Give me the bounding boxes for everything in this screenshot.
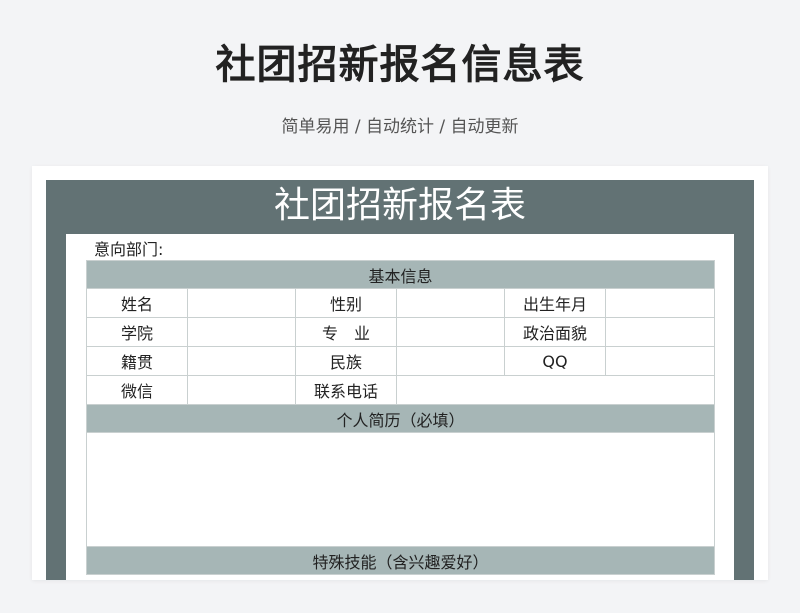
name-field[interactable] bbox=[187, 288, 296, 318]
major-field[interactable] bbox=[396, 317, 505, 347]
table-row: 微信 联系电话 bbox=[86, 375, 716, 405]
major-label: 专 业 bbox=[295, 317, 397, 347]
qq-label: QQ bbox=[504, 346, 606, 376]
registration-table: 基本信息 姓名 性别 出生年月 学院 专 业 政治面貌 籍贯 民族 QQ 微信 … bbox=[85, 260, 716, 575]
phone-field[interactable] bbox=[395, 375, 716, 405]
resume-field[interactable] bbox=[85, 432, 716, 547]
department-label: 意向部门: bbox=[94, 240, 164, 259]
preview-card: 社团招新报名表 意向部门: 基本信息 姓名 性别 出生年月 学院 专 业 政治面… bbox=[32, 166, 768, 580]
college-label: 学院 bbox=[86, 317, 188, 347]
table-row: 籍贯 民族 QQ bbox=[86, 346, 716, 376]
birth-label: 出生年月 bbox=[504, 288, 606, 318]
qq-field[interactable] bbox=[604, 346, 716, 376]
wechat-label: 微信 bbox=[86, 375, 188, 405]
table-row: 学院 专 业 政治面貌 bbox=[86, 317, 716, 347]
political-status-field[interactable] bbox=[604, 317, 716, 347]
page-title: 社团招新报名信息表 bbox=[215, 42, 585, 88]
wechat-field[interactable] bbox=[187, 375, 296, 405]
section-basic-info: 基本信息 bbox=[85, 260, 716, 289]
ethnicity-field[interactable] bbox=[396, 346, 505, 376]
sheet-title: 社团招新报名表 bbox=[273, 185, 526, 226]
form-sheet: 社团招新报名表 意向部门: 基本信息 姓名 性别 出生年月 学院 专 业 政治面… bbox=[46, 180, 754, 580]
hometown-field[interactable] bbox=[187, 346, 296, 376]
form-paper: 意向部门: 基本信息 姓名 性别 出生年月 学院 专 业 政治面貌 籍贯 民族 … bbox=[66, 234, 734, 580]
college-field[interactable] bbox=[187, 317, 296, 347]
hometown-label: 籍贯 bbox=[86, 346, 188, 376]
birth-field[interactable] bbox=[604, 288, 716, 318]
table-row: 姓名 性别 出生年月 bbox=[86, 288, 716, 318]
page-subtitle: 简单易用 / 自动统计 / 自动更新 bbox=[281, 117, 519, 137]
gender-field[interactable] bbox=[396, 288, 505, 318]
political-status-label: 政治面貌 bbox=[504, 317, 606, 347]
section-resume: 个人简历（必填） bbox=[85, 404, 716, 433]
phone-label: 联系电话 bbox=[295, 375, 397, 405]
ethnicity-label: 民族 bbox=[295, 346, 397, 376]
gender-label: 性别 bbox=[295, 288, 397, 318]
section-skills: 特殊技能（含兴趣爱好） bbox=[85, 546, 716, 575]
name-label: 姓名 bbox=[86, 288, 188, 318]
